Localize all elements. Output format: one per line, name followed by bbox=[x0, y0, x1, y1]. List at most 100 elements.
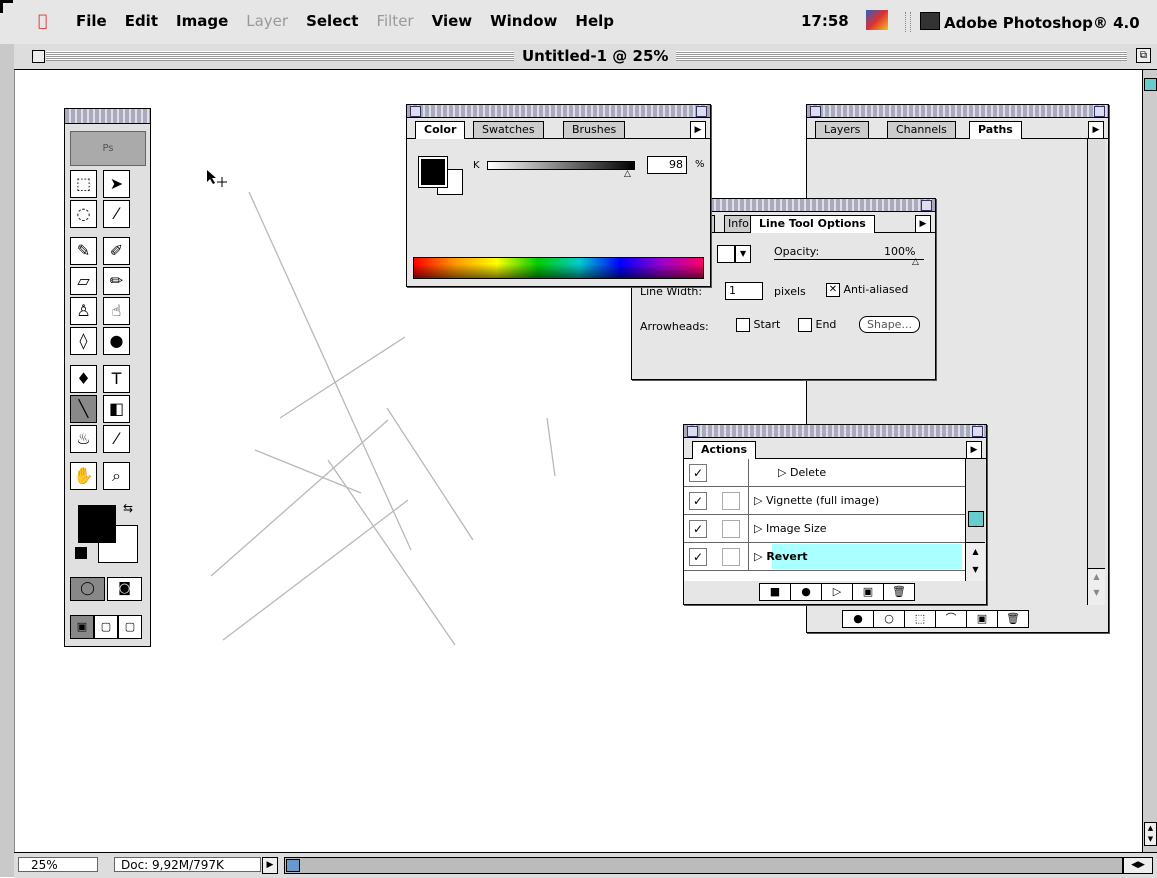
make-work-path-icon[interactable]: ⌒ bbox=[935, 610, 967, 628]
document-title-bar[interactable]: Untitled-1 @ 25% ⧉ bbox=[14, 44, 1157, 70]
color-spectrum-bar[interactable] bbox=[413, 257, 704, 279]
hand-tool-icon[interactable]: ✋ bbox=[70, 462, 97, 490]
standard-screen-mode-icon[interactable]: ▣ bbox=[70, 615, 94, 639]
tab-channels[interactable]: Channels bbox=[887, 121, 956, 138]
apple-menu-icon[interactable]:  bbox=[38, 11, 48, 30]
palette-close-icon[interactable] bbox=[687, 426, 698, 437]
foreground-color-swatch[interactable] bbox=[78, 505, 116, 543]
dialog-toggle-box[interactable] bbox=[722, 548, 740, 566]
palette-zoom-icon[interactable] bbox=[921, 200, 932, 211]
gradient-tool-icon[interactable]: ◧ bbox=[103, 395, 130, 423]
dodge-tool-icon[interactable]: ● bbox=[103, 327, 130, 355]
palette-zoom-icon[interactable] bbox=[972, 426, 983, 437]
action-enabled-checkbox[interactable]: ✓ bbox=[689, 520, 707, 538]
blur-tool-icon[interactable]: ◊ bbox=[70, 327, 97, 355]
tab-layers[interactable]: Layers bbox=[815, 121, 870, 138]
palette-close-icon[interactable] bbox=[410, 106, 421, 117]
color-palette-title-bar[interactable] bbox=[407, 105, 710, 118]
lasso-tool-icon[interactable]: ◌ bbox=[70, 200, 97, 228]
tab-color[interactable]: Color bbox=[415, 121, 466, 139]
palette-zoom-icon[interactable] bbox=[1094, 106, 1105, 117]
airbrush-tool-icon[interactable]: ✎ bbox=[70, 237, 97, 265]
default-colors-icon[interactable] bbox=[75, 547, 87, 559]
menu-help[interactable]: Help bbox=[575, 12, 614, 30]
blend-mode-popup[interactable]: ▼ bbox=[717, 245, 752, 263]
menu-view[interactable]: View bbox=[432, 12, 473, 30]
rubber-stamp-tool-icon[interactable]: ♙ bbox=[70, 297, 97, 325]
vertical-scrollbar[interactable]: ▲ ▼ bbox=[1142, 70, 1157, 852]
eyedropper-tool-icon[interactable]: ⁄ bbox=[103, 425, 130, 453]
fill-path-icon[interactable]: ● bbox=[842, 610, 874, 628]
full-screen-menu-mode-icon[interactable]: ▢ bbox=[94, 615, 118, 639]
pencil-tool-icon[interactable]: ✏ bbox=[103, 267, 130, 295]
marquee-tool-icon[interactable]: ⬚ bbox=[70, 170, 97, 198]
pen-tool-icon[interactable]: ♦ bbox=[70, 365, 97, 393]
expand-triangle-icon[interactable]: ▷ bbox=[754, 494, 762, 507]
paths-scroll-arrows-icon[interactable]: ▲ ▼ bbox=[1088, 568, 1105, 605]
application-menu[interactable]: Adobe Photoshop® 4.0 bbox=[920, 12, 1140, 32]
paint-bucket-tool-icon[interactable]: ♨ bbox=[70, 425, 97, 453]
palette-zoom-icon[interactable] bbox=[696, 106, 707, 117]
type-tool-icon[interactable]: T bbox=[103, 365, 130, 393]
action-enabled-checkbox[interactable]: ✓ bbox=[689, 492, 707, 510]
menu-file[interactable]: File bbox=[76, 12, 107, 30]
tab-line-tool-options[interactable]: Line Tool Options bbox=[750, 215, 875, 233]
layers-palette-title-bar[interactable] bbox=[807, 105, 1108, 118]
palette-close-icon[interactable] bbox=[810, 106, 821, 117]
actions-palette-title-bar[interactable] bbox=[684, 425, 986, 438]
stop-recording-icon[interactable]: ■ bbox=[759, 583, 791, 601]
tab-brushes[interactable]: Brushes bbox=[563, 121, 626, 138]
vertical-scroll-thumb[interactable] bbox=[1144, 78, 1157, 91]
standard-mode-icon[interactable]: ◯ bbox=[70, 577, 105, 601]
line-tool-icon[interactable]: ╲ bbox=[70, 395, 97, 423]
stroke-path-icon[interactable]: ○ bbox=[873, 610, 905, 628]
k-channel-slider[interactable] bbox=[487, 161, 635, 170]
horizontal-scroll-arrows-icon[interactable]: ◀▶ bbox=[1123, 857, 1153, 874]
control-strip-icon[interactable] bbox=[866, 10, 888, 30]
paths-scrollbar[interactable]: ▲ ▼ bbox=[1087, 139, 1105, 605]
list-item[interactable]: ✓ ▷ Delete bbox=[684, 459, 965, 487]
zoom-box-icon[interactable]: ⧉ bbox=[1136, 48, 1151, 63]
dialog-toggle-box[interactable] bbox=[722, 520, 740, 538]
list-item[interactable]: ✓ ▷ Revert bbox=[684, 543, 965, 571]
close-box-icon[interactable] bbox=[32, 50, 45, 63]
dialog-toggle-box[interactable] bbox=[722, 492, 740, 510]
opacity-slider-handle-icon[interactable]: △ bbox=[912, 257, 919, 267]
toolbox-title-bar[interactable] bbox=[65, 109, 150, 124]
load-selection-icon[interactable]: ⬚ bbox=[904, 610, 936, 628]
quick-mask-mode-icon[interactable]: ◙ bbox=[107, 577, 142, 601]
delete-action-icon[interactable]: 🗑 bbox=[883, 583, 915, 601]
new-path-icon[interactable]: ▣ bbox=[966, 610, 998, 628]
tab-swatches[interactable]: Swatches bbox=[473, 121, 544, 138]
k-channel-value-input[interactable]: 98 bbox=[647, 156, 687, 174]
color-foreground-swatch[interactable] bbox=[418, 156, 448, 188]
horizontal-scroll-thumb[interactable] bbox=[286, 859, 300, 872]
palette-menu-arrow-icon[interactable]: ▶ bbox=[690, 121, 706, 139]
record-icon[interactable]: ● bbox=[790, 583, 822, 601]
menu-edit[interactable]: Edit bbox=[125, 12, 158, 30]
anti-aliased-checkbox[interactable]: ✕ Anti-aliased bbox=[826, 283, 908, 297]
vertical-scroll-arrows-icon[interactable]: ▲ ▼ bbox=[1144, 822, 1157, 846]
delete-path-icon[interactable]: 🗑 bbox=[997, 610, 1029, 628]
menu-select[interactable]: Select bbox=[306, 12, 358, 30]
opacity-slider[interactable] bbox=[774, 259, 924, 260]
list-item[interactable]: ✓ ▷ Vignette (full image) bbox=[684, 487, 965, 515]
menu-window[interactable]: Window bbox=[490, 12, 557, 30]
list-item[interactable]: ✓ ▷ Image Size bbox=[684, 515, 965, 543]
full-screen-mode-icon[interactable]: ▢ bbox=[118, 615, 142, 639]
expand-triangle-icon[interactable]: ▷ bbox=[778, 466, 786, 479]
action-enabled-checkbox[interactable]: ✓ bbox=[689, 464, 707, 482]
magic-wand-tool-icon[interactable]: ⁄ bbox=[103, 200, 130, 228]
start-arrowhead-checkbox[interactable]: Start bbox=[736, 318, 780, 332]
adobe-eye-logo[interactable]: Ps bbox=[70, 131, 146, 166]
paintbrush-tool-icon[interactable]: ✐ bbox=[103, 237, 130, 265]
status-menu-arrow-icon[interactable]: ▶ bbox=[262, 857, 278, 874]
actions-scroll-arrows-icon[interactable]: ▲ ▼ bbox=[966, 542, 985, 581]
actions-scrollbar[interactable]: ▲ ▼ bbox=[965, 459, 985, 581]
swap-colors-icon[interactable]: ⇆ bbox=[123, 501, 133, 515]
k-slider-handle-icon[interactable]: △ bbox=[624, 169, 631, 179]
menu-layer[interactable]: Layer bbox=[246, 12, 288, 30]
zoom-level-field[interactable]: 25% bbox=[18, 857, 98, 872]
palette-menu-arrow-icon[interactable]: ▶ bbox=[1088, 121, 1104, 139]
expand-triangle-icon[interactable]: ▷ bbox=[754, 522, 762, 535]
